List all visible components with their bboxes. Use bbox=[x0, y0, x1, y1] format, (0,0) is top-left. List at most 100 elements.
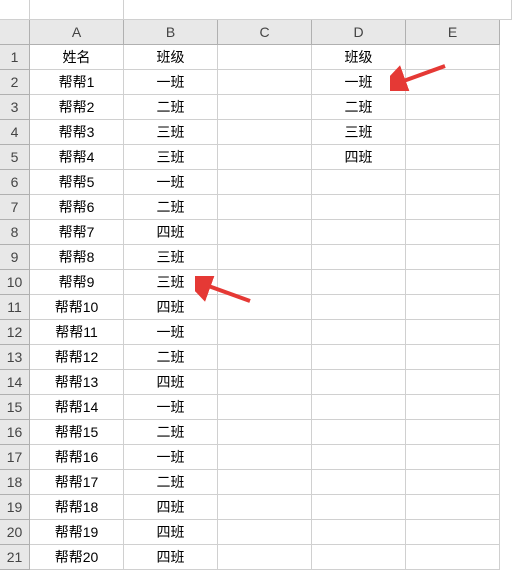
cell-B20[interactable]: 四班 bbox=[124, 520, 218, 545]
spreadsheet-grid[interactable]: ABCDE1姓名班级班级2帮帮1一班一班3帮帮2二班二班4帮帮3三班三班5帮帮4… bbox=[0, 20, 512, 570]
cell-C21[interactable] bbox=[218, 545, 312, 570]
cell-E5[interactable] bbox=[406, 145, 500, 170]
cell-B1[interactable]: 班级 bbox=[124, 45, 218, 70]
row-header-11[interactable]: 11 bbox=[0, 295, 30, 320]
row-header-6[interactable]: 6 bbox=[0, 170, 30, 195]
row-header-9[interactable]: 9 bbox=[0, 245, 30, 270]
cell-E17[interactable] bbox=[406, 445, 500, 470]
select-all-corner[interactable] bbox=[0, 20, 30, 45]
row-header-19[interactable]: 19 bbox=[0, 495, 30, 520]
row-header-18[interactable]: 18 bbox=[0, 470, 30, 495]
cell-E19[interactable] bbox=[406, 495, 500, 520]
cell-B16[interactable]: 二班 bbox=[124, 420, 218, 445]
column-header-C[interactable]: C bbox=[218, 20, 312, 45]
cell-C15[interactable] bbox=[218, 395, 312, 420]
row-header-15[interactable]: 15 bbox=[0, 395, 30, 420]
cell-B7[interactable]: 二班 bbox=[124, 195, 218, 220]
cell-C5[interactable] bbox=[218, 145, 312, 170]
row-header-7[interactable]: 7 bbox=[0, 195, 30, 220]
cell-B14[interactable]: 四班 bbox=[124, 370, 218, 395]
cell-E15[interactable] bbox=[406, 395, 500, 420]
cell-E21[interactable] bbox=[406, 545, 500, 570]
cell-E6[interactable] bbox=[406, 170, 500, 195]
row-header-10[interactable]: 10 bbox=[0, 270, 30, 295]
cell-B6[interactable]: 一班 bbox=[124, 170, 218, 195]
cell-E7[interactable] bbox=[406, 195, 500, 220]
column-header-D[interactable]: D bbox=[312, 20, 406, 45]
row-header-2[interactable]: 2 bbox=[0, 70, 30, 95]
cell-E11[interactable] bbox=[406, 295, 500, 320]
cell-A9[interactable]: 帮帮8 bbox=[30, 245, 124, 270]
row-header-21[interactable]: 21 bbox=[0, 545, 30, 570]
cell-D21[interactable] bbox=[312, 545, 406, 570]
row-header-14[interactable]: 14 bbox=[0, 370, 30, 395]
cell-D14[interactable] bbox=[312, 370, 406, 395]
cell-C6[interactable] bbox=[218, 170, 312, 195]
cell-D18[interactable] bbox=[312, 470, 406, 495]
cell-A11[interactable]: 帮帮10 bbox=[30, 295, 124, 320]
cell-E3[interactable] bbox=[406, 95, 500, 120]
cell-A18[interactable]: 帮帮17 bbox=[30, 470, 124, 495]
cell-D9[interactable] bbox=[312, 245, 406, 270]
cell-D3[interactable]: 二班 bbox=[312, 95, 406, 120]
cell-D12[interactable] bbox=[312, 320, 406, 345]
cell-C3[interactable] bbox=[218, 95, 312, 120]
cell-A16[interactable]: 帮帮15 bbox=[30, 420, 124, 445]
cell-D8[interactable] bbox=[312, 220, 406, 245]
row-header-12[interactable]: 12 bbox=[0, 320, 30, 345]
cell-D7[interactable] bbox=[312, 195, 406, 220]
row-header-16[interactable]: 16 bbox=[0, 420, 30, 445]
cell-A6[interactable]: 帮帮5 bbox=[30, 170, 124, 195]
cell-A2[interactable]: 帮帮1 bbox=[30, 70, 124, 95]
cell-B10[interactable]: 三班 bbox=[124, 270, 218, 295]
cell-B21[interactable]: 四班 bbox=[124, 545, 218, 570]
cell-C11[interactable] bbox=[218, 295, 312, 320]
cell-E14[interactable] bbox=[406, 370, 500, 395]
cell-A4[interactable]: 帮帮3 bbox=[30, 120, 124, 145]
cell-A7[interactable]: 帮帮6 bbox=[30, 195, 124, 220]
cell-B8[interactable]: 四班 bbox=[124, 220, 218, 245]
cell-C10[interactable] bbox=[218, 270, 312, 295]
cell-B13[interactable]: 二班 bbox=[124, 345, 218, 370]
cell-B12[interactable]: 一班 bbox=[124, 320, 218, 345]
cell-A15[interactable]: 帮帮14 bbox=[30, 395, 124, 420]
cell-C8[interactable] bbox=[218, 220, 312, 245]
cell-D10[interactable] bbox=[312, 270, 406, 295]
cell-B4[interactable]: 三班 bbox=[124, 120, 218, 145]
cell-B15[interactable]: 一班 bbox=[124, 395, 218, 420]
cell-A14[interactable]: 帮帮13 bbox=[30, 370, 124, 395]
cell-E8[interactable] bbox=[406, 220, 500, 245]
cell-D13[interactable] bbox=[312, 345, 406, 370]
cell-A13[interactable]: 帮帮12 bbox=[30, 345, 124, 370]
cell-A1[interactable]: 姓名 bbox=[30, 45, 124, 70]
cell-A20[interactable]: 帮帮19 bbox=[30, 520, 124, 545]
cell-E10[interactable] bbox=[406, 270, 500, 295]
cell-C18[interactable] bbox=[218, 470, 312, 495]
cell-B2[interactable]: 一班 bbox=[124, 70, 218, 95]
row-header-20[interactable]: 20 bbox=[0, 520, 30, 545]
cell-D5[interactable]: 四班 bbox=[312, 145, 406, 170]
cell-D20[interactable] bbox=[312, 520, 406, 545]
cell-C16[interactable] bbox=[218, 420, 312, 445]
cell-A3[interactable]: 帮帮2 bbox=[30, 95, 124, 120]
cell-A17[interactable]: 帮帮16 bbox=[30, 445, 124, 470]
row-header-8[interactable]: 8 bbox=[0, 220, 30, 245]
cell-C2[interactable] bbox=[218, 70, 312, 95]
cell-B18[interactable]: 二班 bbox=[124, 470, 218, 495]
row-header-4[interactable]: 4 bbox=[0, 120, 30, 145]
cell-B19[interactable]: 四班 bbox=[124, 495, 218, 520]
cell-C13[interactable] bbox=[218, 345, 312, 370]
column-header-E[interactable]: E bbox=[406, 20, 500, 45]
cell-A19[interactable]: 帮帮18 bbox=[30, 495, 124, 520]
cell-B9[interactable]: 三班 bbox=[124, 245, 218, 270]
cell-C12[interactable] bbox=[218, 320, 312, 345]
row-header-1[interactable]: 1 bbox=[0, 45, 30, 70]
cell-C4[interactable] bbox=[218, 120, 312, 145]
cell-A21[interactable]: 帮帮20 bbox=[30, 545, 124, 570]
cell-C17[interactable] bbox=[218, 445, 312, 470]
cell-E18[interactable] bbox=[406, 470, 500, 495]
cell-D1[interactable]: 班级 bbox=[312, 45, 406, 70]
cell-C1[interactable] bbox=[218, 45, 312, 70]
column-header-B[interactable]: B bbox=[124, 20, 218, 45]
cell-D2[interactable]: 一班 bbox=[312, 70, 406, 95]
